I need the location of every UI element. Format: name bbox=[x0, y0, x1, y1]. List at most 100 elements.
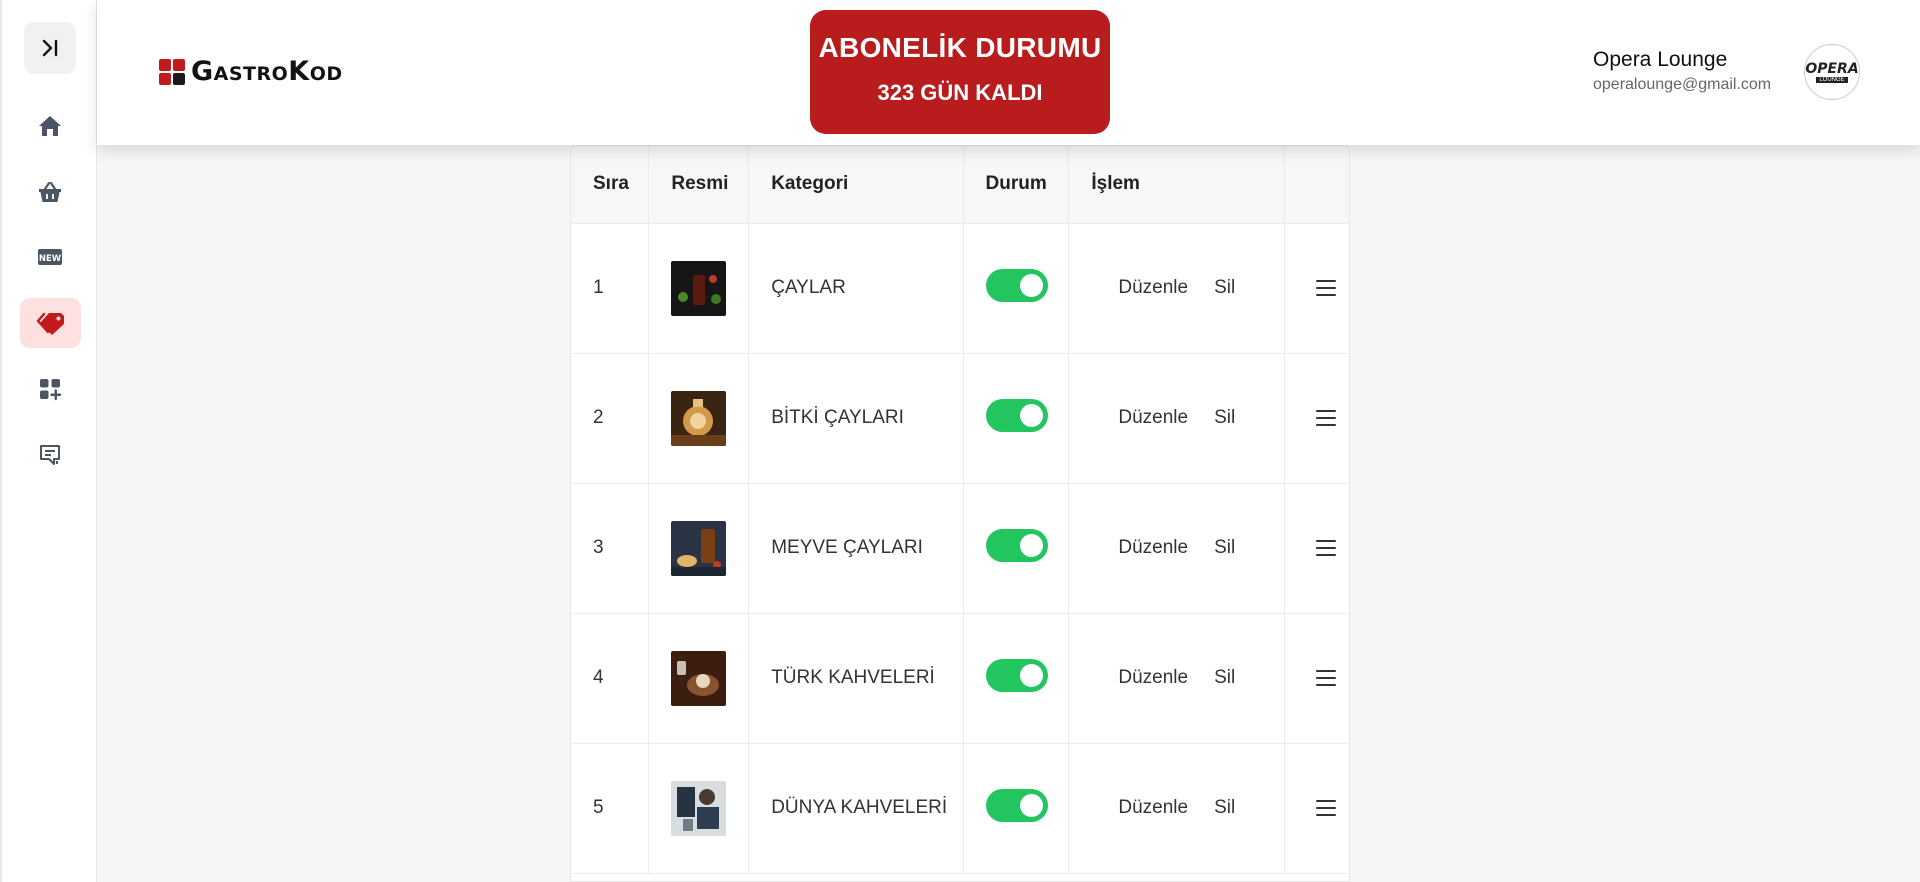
row-drag-cell bbox=[1284, 483, 1349, 614]
category-table: Sıra Resmi Kategori Durum İşlem 1 ÇAYLAR… bbox=[571, 146, 1349, 874]
row-image-cell bbox=[648, 483, 750, 614]
column-header-image: Resmi bbox=[648, 146, 750, 224]
avatar[interactable]: OPERA LOUNGE bbox=[1804, 44, 1860, 100]
drag-handle-icon[interactable] bbox=[1315, 670, 1336, 686]
basket-icon bbox=[39, 181, 61, 202]
row-order: 3 bbox=[571, 483, 650, 614]
row-drag-cell bbox=[1284, 223, 1349, 354]
status-toggle[interactable] bbox=[985, 528, 1048, 562]
row-status-cell bbox=[963, 483, 1070, 614]
tags-icon bbox=[36, 312, 64, 335]
sidebar-toggle-button[interactable] bbox=[24, 22, 76, 74]
new-badge-icon: NEW bbox=[38, 249, 62, 265]
table-row: 5 DÜNYA KAHVELERİ Düzenle Sil bbox=[571, 743, 1349, 874]
delete-button[interactable]: Sil bbox=[1214, 797, 1235, 819]
sidebar-item-categories[interactable] bbox=[20, 298, 81, 348]
table-header-row: Sıra Resmi Kategori Durum İşlem bbox=[571, 146, 1349, 224]
row-status-cell bbox=[963, 613, 1070, 744]
row-status-cell bbox=[963, 743, 1070, 874]
row-order: 1 bbox=[571, 223, 650, 354]
sidebar-item-new[interactable]: NEW bbox=[24, 231, 76, 283]
delete-button[interactable]: Sil bbox=[1214, 537, 1235, 559]
edit-button[interactable]: Düzenle bbox=[1118, 667, 1188, 689]
toggle-knob bbox=[1019, 273, 1043, 297]
row-actions-cell: Düzenle Sil bbox=[1068, 353, 1285, 484]
row-category-name: MEYVE ÇAYLARI bbox=[748, 483, 964, 614]
category-thumbnail[interactable] bbox=[671, 780, 727, 836]
status-toggle[interactable] bbox=[985, 398, 1048, 432]
sidebar-item-home[interactable] bbox=[24, 100, 76, 152]
edit-button[interactable]: Düzenle bbox=[1118, 537, 1188, 559]
delete-button[interactable]: Sil bbox=[1214, 407, 1235, 429]
sidebar-item-orders[interactable] bbox=[24, 166, 76, 218]
column-header-status: Durum bbox=[963, 146, 1070, 224]
row-status-cell bbox=[963, 353, 1070, 484]
column-header-drag bbox=[1284, 146, 1349, 224]
toggle-knob bbox=[1019, 533, 1043, 557]
status-toggle[interactable] bbox=[985, 788, 1048, 822]
row-category-name: DÜNYA KAHVELERİ bbox=[748, 743, 964, 874]
sidebar-toggle-icon bbox=[42, 39, 58, 57]
row-category-name: TÜRK KAHVELERİ bbox=[748, 613, 964, 744]
row-image-cell bbox=[648, 353, 750, 484]
column-header-actions: İşlem bbox=[1068, 146, 1285, 224]
delete-button[interactable]: Sil bbox=[1214, 277, 1235, 299]
row-actions-cell: Düzenle Sil bbox=[1068, 483, 1285, 614]
top-header: GastroKod ABONELİK DURUMU 323 GÜN KALDI … bbox=[97, 0, 1920, 145]
drag-handle-icon[interactable] bbox=[1315, 410, 1336, 426]
drag-handle-icon[interactable] bbox=[1315, 540, 1336, 556]
table-row: 2 BİTKİ ÇAYLARI Düzenle Sil bbox=[571, 353, 1349, 484]
category-thumbnail[interactable] bbox=[671, 520, 727, 576]
row-category-name: ÇAYLAR bbox=[748, 223, 964, 354]
table-row: 4 TÜRK KAHVELERİ Düzenle Sil bbox=[571, 613, 1349, 744]
status-toggle[interactable] bbox=[985, 268, 1048, 302]
category-thumbnail[interactable] bbox=[671, 390, 727, 446]
user-name: Opera Lounge bbox=[1593, 48, 1728, 71]
column-header-order: Sıra bbox=[571, 146, 650, 224]
row-actions-cell: Düzenle Sil bbox=[1068, 743, 1285, 874]
row-order: 4 bbox=[571, 613, 650, 744]
avatar-logo-text: OPERA bbox=[1805, 60, 1859, 77]
drag-handle-icon[interactable] bbox=[1315, 280, 1336, 296]
row-category-name: BİTKİ ÇAYLARI bbox=[748, 353, 964, 484]
toggle-knob bbox=[1019, 793, 1043, 817]
add-widget-icon bbox=[40, 379, 62, 401]
row-order: 5 bbox=[571, 743, 650, 874]
brand-logo-mark bbox=[159, 58, 185, 85]
status-toggle[interactable] bbox=[985, 658, 1048, 692]
home-icon bbox=[39, 116, 61, 136]
sidebar-item-widgets[interactable] bbox=[24, 363, 76, 415]
toggle-knob bbox=[1019, 663, 1043, 687]
edit-button[interactable]: Düzenle bbox=[1118, 277, 1188, 299]
sidebar-item-feedback[interactable] bbox=[24, 429, 76, 481]
brand-name: GastroKod bbox=[191, 56, 343, 87]
avatar-logo-subtext: LOUNGE bbox=[1816, 76, 1848, 83]
row-drag-cell bbox=[1284, 743, 1349, 874]
drag-handle-icon[interactable] bbox=[1315, 800, 1336, 816]
table-row: 1 ÇAYLAR Düzenle Sil bbox=[571, 223, 1349, 354]
edit-button[interactable]: Düzenle bbox=[1118, 797, 1188, 819]
brand-logo[interactable]: GastroKod bbox=[159, 56, 343, 87]
user-email: operalounge@gmail.com bbox=[1593, 76, 1772, 93]
row-image-cell bbox=[648, 613, 750, 744]
row-drag-cell bbox=[1284, 613, 1349, 744]
subscription-remaining: 323 GÜN KALDI bbox=[877, 80, 1043, 105]
svg-text:NEW: NEW bbox=[39, 254, 62, 264]
category-thumbnail[interactable] bbox=[671, 260, 727, 316]
row-order: 2 bbox=[571, 353, 650, 484]
subscription-title: ABONELİK DURUMU bbox=[818, 32, 1102, 63]
toggle-knob bbox=[1019, 403, 1043, 427]
row-status-cell bbox=[963, 223, 1070, 354]
sidebar: NEW bbox=[0, 0, 97, 882]
row-image-cell bbox=[648, 743, 750, 874]
row-drag-cell bbox=[1284, 353, 1349, 484]
feedback-icon bbox=[40, 445, 60, 465]
category-thumbnail[interactable] bbox=[671, 650, 727, 706]
row-actions-cell: Düzenle Sil bbox=[1068, 613, 1285, 744]
delete-button[interactable]: Sil bbox=[1214, 667, 1235, 689]
row-image-cell bbox=[648, 223, 750, 354]
table-row: 3 MEYVE ÇAYLARI Düzenle Sil bbox=[571, 483, 1349, 614]
edit-button[interactable]: Düzenle bbox=[1118, 407, 1188, 429]
column-header-category: Kategori bbox=[748, 146, 964, 224]
user-info[interactable]: Opera Lounge operalounge@gmail.com bbox=[1593, 48, 1771, 94]
